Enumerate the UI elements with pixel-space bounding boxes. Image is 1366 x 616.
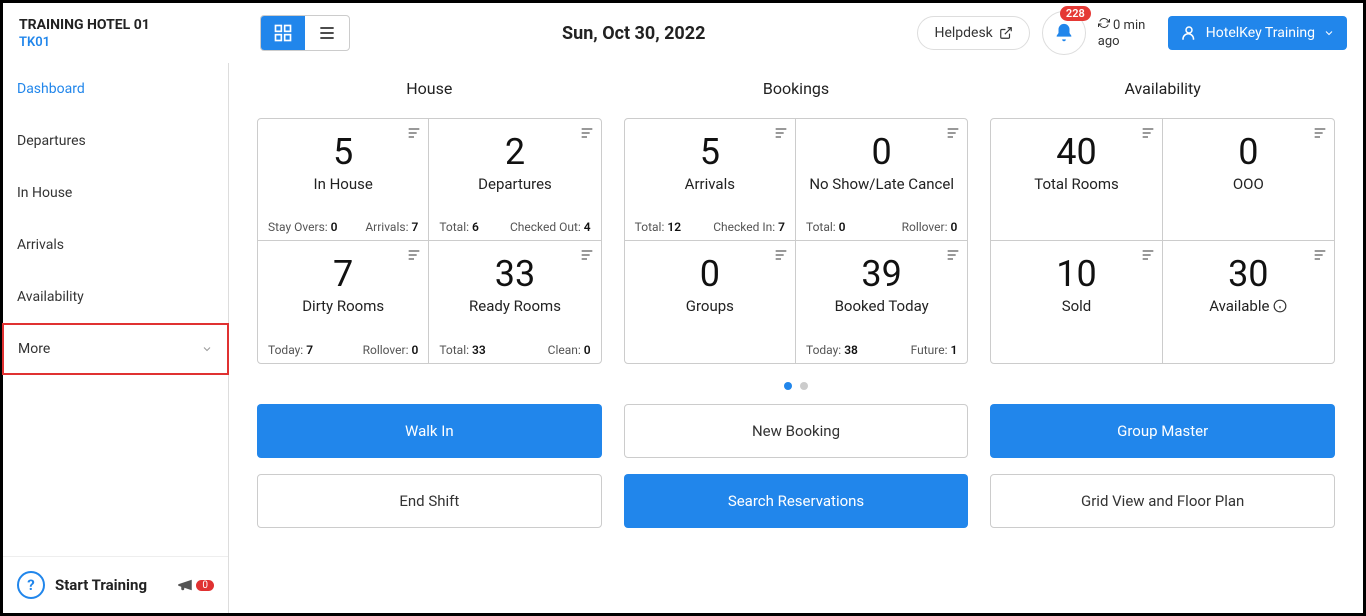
start-training-button[interactable]: ? Start Training 0: [3, 556, 228, 613]
hotel-name: TRAINING HOTEL 01: [19, 17, 244, 33]
section-title-house: House: [257, 79, 602, 98]
dot-1[interactable]: [784, 382, 792, 390]
card-sold[interactable]: 10 Sold: [991, 241, 1162, 363]
sidebar-item-dashboard[interactable]: Dashboard: [3, 63, 228, 115]
card-no-show[interactable]: 0 No Show/Late Cancel Total: 0Rollover: …: [796, 119, 967, 241]
notifications-button[interactable]: 228: [1042, 11, 1086, 55]
section-title-bookings: Bookings: [624, 79, 969, 98]
user-icon: [1180, 24, 1198, 42]
grid-view-button[interactable]: [261, 16, 305, 50]
megaphone-icon: [176, 576, 194, 594]
content: Dashboard Departures In House Arrivals A…: [3, 63, 1363, 613]
card-available[interactable]: 30 Available: [1163, 241, 1334, 363]
cards-row: 5 In House Stay Overs: 0Arrivals: 7 2 De…: [257, 118, 1335, 364]
chevron-down-icon: [201, 343, 213, 355]
sync-status: 0 min ago: [1098, 17, 1158, 49]
action-row-1: Walk In New Booking Group Master: [257, 404, 1335, 458]
section-title-availability: Availability: [990, 79, 1335, 98]
carousel-dots: [257, 382, 1335, 390]
sort-icon[interactable]: [579, 125, 595, 141]
current-date: Sun, Oct 30, 2022: [350, 23, 917, 44]
section-heads: House Bookings Availability: [257, 79, 1335, 98]
sidebar-item-more[interactable]: More: [2, 323, 229, 375]
chevron-down-icon: [1323, 27, 1335, 39]
end-shift-button[interactable]: End Shift: [257, 474, 602, 528]
hotel-info: TRAINING HOTEL 01 TK01: [19, 17, 244, 50]
group-master-button[interactable]: Group Master: [990, 404, 1335, 458]
sidebar: Dashboard Departures In House Arrivals A…: [3, 63, 229, 613]
card-ooo[interactable]: 0 OOO: [1163, 119, 1334, 241]
sidebar-item-arrivals[interactable]: Arrivals: [3, 219, 228, 271]
card-total-rooms[interactable]: 40 Total Rooms: [991, 119, 1162, 241]
card-group-availability: 40 Total Rooms 0 OOO 10 Sold 30: [990, 118, 1335, 364]
user-menu-button[interactable]: HotelKey Training: [1168, 16, 1347, 50]
sort-icon[interactable]: [406, 247, 422, 263]
training-badge: 0: [176, 576, 214, 594]
helpdesk-label: Helpdesk: [934, 25, 992, 41]
sidebar-item-availability[interactable]: Availability: [3, 271, 228, 323]
card-ready-rooms[interactable]: 33 Ready Rooms Total: 33Clean: 0: [429, 241, 600, 363]
grid-floor-plan-button[interactable]: Grid View and Floor Plan: [990, 474, 1335, 528]
hotel-code: TK01: [19, 35, 244, 50]
sort-icon[interactable]: [945, 125, 961, 141]
sort-icon[interactable]: [945, 247, 961, 263]
refresh-icon: [1098, 17, 1110, 29]
sort-icon[interactable]: [406, 125, 422, 141]
new-booking-button[interactable]: New Booking: [624, 404, 969, 458]
sort-icon[interactable]: [1140, 125, 1156, 141]
card-departures[interactable]: 2 Departures Total: 6Checked Out: 4: [429, 119, 600, 241]
view-toggle: [260, 15, 350, 51]
card-arrivals[interactable]: 5 Arrivals Total: 12Checked In: 7: [625, 119, 796, 241]
card-dirty-rooms[interactable]: 7 Dirty Rooms Today: 7Rollover: 0: [258, 241, 429, 363]
sort-icon[interactable]: [1140, 247, 1156, 263]
card-in-house[interactable]: 5 In House Stay Overs: 0Arrivals: 7: [258, 119, 429, 241]
notification-badge: 228: [1060, 6, 1091, 21]
sort-icon[interactable]: [773, 247, 789, 263]
card-groups[interactable]: 0 Groups: [625, 241, 796, 363]
user-name: HotelKey Training: [1206, 25, 1315, 41]
sort-icon[interactable]: [1312, 247, 1328, 263]
action-row-2: End Shift Search Reservations Grid View …: [257, 474, 1335, 528]
bell-icon: [1053, 22, 1075, 44]
info-icon[interactable]: [1273, 299, 1287, 313]
main: House Bookings Availability 5 In House S…: [229, 63, 1363, 613]
sort-icon[interactable]: [1312, 125, 1328, 141]
help-icon: ?: [17, 571, 45, 599]
sort-icon[interactable]: [579, 247, 595, 263]
external-link-icon: [999, 26, 1013, 40]
card-group-house: 5 In House Stay Overs: 0Arrivals: 7 2 De…: [257, 118, 602, 364]
sort-icon[interactable]: [773, 125, 789, 141]
dot-2[interactable]: [800, 382, 808, 390]
search-reservations-button[interactable]: Search Reservations: [624, 474, 969, 528]
helpdesk-button[interactable]: Helpdesk: [917, 16, 1029, 50]
sidebar-item-departures[interactable]: Departures: [3, 115, 228, 167]
card-booked-today[interactable]: 39 Booked Today Today: 38Future: 1: [796, 241, 967, 363]
card-group-bookings: 5 Arrivals Total: 12Checked In: 7 0 No S…: [624, 118, 969, 364]
sidebar-item-in-house[interactable]: In House: [3, 167, 228, 219]
list-view-button[interactable]: [305, 16, 349, 50]
header: TRAINING HOTEL 01 TK01 Sun, Oct 30, 2022…: [3, 3, 1363, 63]
walk-in-button[interactable]: Walk In: [257, 404, 602, 458]
